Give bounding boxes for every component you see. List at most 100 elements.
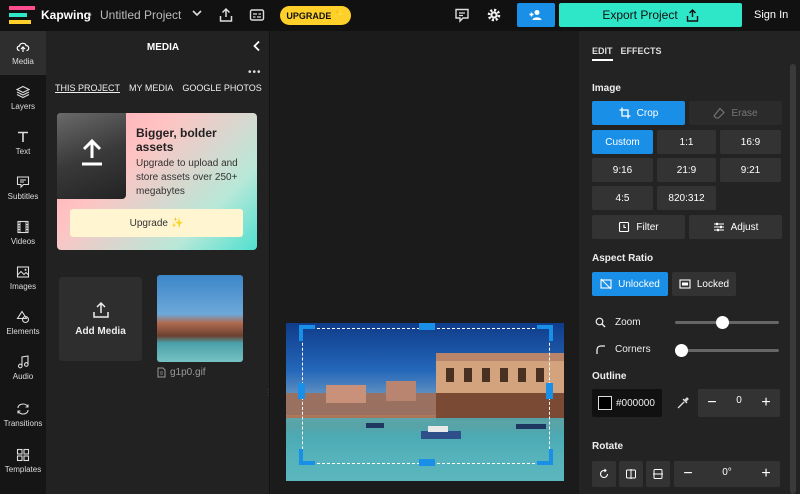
asset-filename-text: g1p0.gif: [170, 367, 206, 378]
rail-item-transitions[interactable]: Transitions: [0, 393, 46, 437]
crop-handle-top-left-v[interactable]: [299, 325, 303, 341]
rail-item-media[interactable]: Media: [0, 31, 46, 75]
rail-label: Templates: [4, 465, 42, 474]
locked-ratio-icon: [679, 279, 691, 289]
promo-body: Upgrade to upload and store assets over …: [136, 158, 238, 197]
crop-handle-bottom[interactable]: [419, 459, 435, 466]
rail-item-layers[interactable]: Layers: [0, 76, 46, 120]
gear-icon[interactable]: [486, 7, 502, 23]
cloud-upload-icon: [16, 42, 30, 52]
export-icon: [686, 8, 698, 22]
adjust-button[interactable]: Adjust: [689, 215, 782, 239]
crop-frame[interactable]: [302, 328, 550, 464]
tool-rail: Media Layers Text Subtitles Videos Image…: [0, 31, 46, 494]
rail-item-templates[interactable]: Templates: [0, 439, 46, 483]
rotate-stepper: − 0° +: [674, 461, 780, 487]
rotate-icon: [599, 468, 609, 479]
subtitles-icon[interactable]: [249, 7, 265, 23]
rail-label: Audio: [12, 372, 34, 381]
rotate-label: Rotate: [592, 441, 624, 452]
crop-handle-bottom-left-v[interactable]: [299, 449, 303, 465]
media-thumbnail[interactable]: [157, 275, 243, 362]
promo-upgrade-button[interactable]: Upgrade ✨: [70, 209, 243, 237]
add-media-button[interactable]: Add Media: [59, 277, 142, 361]
minus-icon[interactable]: −: [677, 463, 699, 485]
chevron-down-icon[interactable]: [190, 6, 204, 20]
panel-resize-handle[interactable]: · · ·: [267, 386, 271, 399]
outline-color-value: #000000: [616, 397, 655, 409]
outline-color-field[interactable]: #000000: [592, 389, 662, 417]
eraser-icon: [713, 107, 726, 119]
filter-icon: [619, 221, 630, 233]
ratio-9-21[interactable]: 9:21: [720, 158, 781, 182]
rail-label: Elements: [6, 327, 40, 336]
chevron-right-icon: ›: [88, 7, 92, 21]
chevron-left-icon[interactable]: [250, 39, 264, 53]
outline-width-value[interactable]: 0: [724, 395, 754, 406]
outline-label: Outline: [592, 371, 627, 382]
tab-effects[interactable]: EFFECTS: [621, 46, 662, 61]
corners-control: Corners: [595, 344, 651, 355]
tab-google-photos[interactable]: GOOGLE PHOTOS: [182, 83, 261, 93]
plus-icon[interactable]: +: [755, 392, 777, 414]
aspect-ratio-label: Aspect Ratio: [592, 253, 654, 264]
ratio-1-1[interactable]: 1:1: [657, 130, 716, 154]
corners-slider-knob[interactable]: [675, 344, 688, 357]
rail-item-text[interactable]: Text: [0, 121, 46, 165]
erase-button[interactable]: Erase: [689, 101, 782, 125]
invite-collaborator-button[interactable]: [517, 3, 555, 27]
corners-label: Corners: [615, 344, 651, 355]
ratio-9-16[interactable]: 9:16: [592, 158, 653, 182]
ratio-4-5[interactable]: 4:5: [592, 186, 653, 210]
tab-this-project[interactable]: THIS PROJECT: [55, 83, 120, 93]
scrollbar[interactable]: [790, 64, 796, 494]
unlocked-label: Unlocked: [618, 278, 660, 290]
zoom-control: Zoom: [595, 317, 641, 328]
rail-item-subtitles[interactable]: Subtitles: [0, 166, 46, 210]
more-options-icon[interactable]: •••: [248, 67, 262, 78]
crop-button[interactable]: Crop: [592, 101, 685, 125]
flip-horizontal-button[interactable]: [619, 461, 643, 487]
kapwing-editor: Kapwing › Untitled Project UPGRADE ✨ Exp…: [0, 0, 800, 494]
comment-icon[interactable]: [454, 7, 470, 23]
upgrade-button[interactable]: UPGRADE ✨: [280, 6, 351, 25]
plus-icon[interactable]: +: [755, 463, 777, 485]
crop-handle-left[interactable]: [298, 383, 305, 399]
brand-name[interactable]: Kapwing: [41, 8, 91, 22]
minus-icon[interactable]: −: [701, 392, 723, 414]
ratio-21-9[interactable]: 21:9: [657, 158, 716, 182]
media-panel: MEDIA ••• THIS PROJECT MY MEDIA GOOGLE P…: [46, 31, 270, 494]
kapwing-logo-icon[interactable]: [9, 6, 35, 25]
ratio-custom[interactable]: Custom: [592, 130, 653, 154]
crop-handle-bottom-right-v[interactable]: [549, 449, 553, 465]
zoom-slider-knob[interactable]: [715, 316, 729, 329]
rail-label: Transitions: [3, 419, 43, 428]
ratio-16-9[interactable]: 16:9: [720, 130, 781, 154]
sign-in-link[interactable]: Sign In: [754, 9, 788, 21]
tab-edit[interactable]: EDIT: [592, 46, 613, 61]
project-title[interactable]: Untitled Project: [100, 8, 181, 22]
top-bar: Kapwing › Untitled Project UPGRADE ✨ Exp…: [0, 0, 800, 31]
crop-handle-right[interactable]: [546, 383, 553, 399]
rail-item-videos[interactable]: Videos: [0, 211, 46, 255]
ratio-820-312[interactable]: 820:312: [657, 186, 716, 210]
export-project-button[interactable]: Export Project: [559, 3, 742, 27]
rail-item-elements[interactable]: Elements: [0, 301, 46, 345]
unlocked-button[interactable]: Unlocked: [592, 272, 668, 296]
tab-my-media[interactable]: MY MEDIA: [129, 83, 173, 93]
flip-vertical-button[interactable]: [646, 461, 670, 487]
filter-button[interactable]: Filter: [592, 215, 685, 239]
locked-button[interactable]: Locked: [672, 272, 736, 296]
zoom-icon: [595, 317, 606, 328]
eyedropper-icon[interactable]: [676, 396, 690, 410]
rotate-value[interactable]: 0°: [712, 467, 742, 478]
rail-item-audio[interactable]: Audio: [0, 346, 46, 390]
crop-handle-top[interactable]: [419, 323, 435, 330]
share-upload-icon[interactable]: [218, 7, 234, 23]
edit-panel: EDIT EFFECTS Image Crop Erase Custom 1:1…: [579, 31, 800, 494]
rail-item-images[interactable]: Images: [0, 256, 46, 300]
corners-slider[interactable]: [675, 349, 779, 352]
rotate-button[interactable]: [592, 461, 616, 487]
crop-handle-top-right-v[interactable]: [549, 325, 553, 341]
outline-color-swatch[interactable]: [598, 396, 612, 410]
